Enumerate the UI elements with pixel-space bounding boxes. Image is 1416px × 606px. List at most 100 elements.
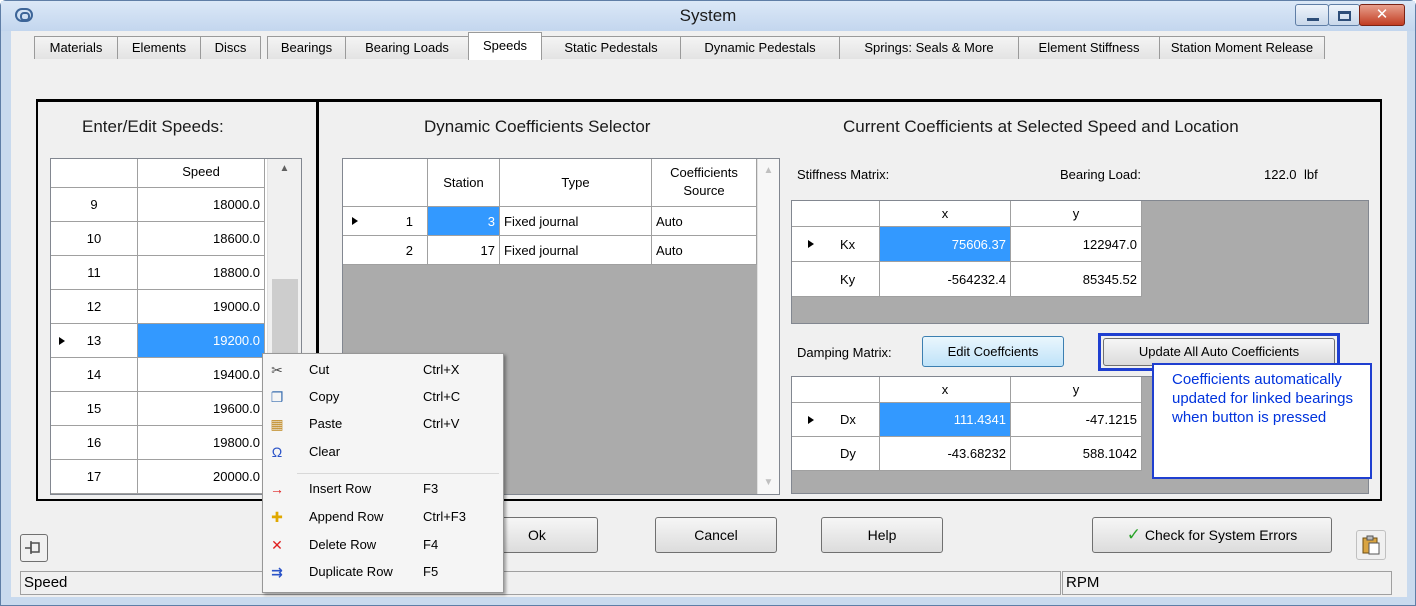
menu-item-copy[interactable]: ❐ Copy Ctrl+C: [263, 386, 503, 408]
menu-item-clear[interactable]: Ω Clear: [263, 441, 503, 463]
check-system-errors-label: Check for System Errors: [1144, 527, 1298, 543]
row-header[interactable]: Ky: [792, 262, 880, 297]
bearing-load-value: 122.0: [1264, 167, 1297, 182]
tab-elements[interactable]: Elements: [117, 36, 201, 59]
stiffness-ky-x-cell[interactable]: -564232.4: [880, 262, 1011, 297]
station-column-header[interactable]: Station: [428, 159, 500, 207]
source-cell[interactable]: Auto: [652, 207, 757, 236]
scroll-down-icon[interactable]: ▼: [758, 477, 779, 488]
type-cell[interactable]: Fixed journal: [500, 207, 652, 236]
speed-cell[interactable]: 18000.0: [138, 188, 265, 222]
damping-y-header[interactable]: y: [1011, 377, 1142, 403]
stiffness-corner-header: [792, 201, 880, 227]
source-column-header[interactable]: Coefficients Source: [652, 159, 757, 207]
row-header[interactable]: Dx: [792, 403, 880, 437]
row-header[interactable]: 11: [51, 256, 138, 290]
selector-heading: Dynamic Coefficients Selector: [424, 117, 651, 136]
close-button[interactable]: ✕: [1359, 4, 1405, 26]
minimize-icon: [1307, 18, 1319, 21]
edit-coefficients-button[interactable]: Edit Coeffcients: [922, 336, 1064, 367]
maximize-button[interactable]: [1328, 4, 1360, 26]
clipboard-button[interactable]: [1356, 530, 1386, 560]
check-system-errors-button[interactable]: ✓ Check for System Errors: [1092, 517, 1332, 553]
speeds-heading: Enter/Edit Speeds:: [82, 117, 224, 136]
speed-cell-selected[interactable]: 19200.0: [138, 324, 265, 358]
speed-cell[interactable]: 18600.0: [138, 222, 265, 256]
pin-button[interactable]: [20, 534, 48, 562]
stiffness-y-header[interactable]: y: [1011, 201, 1142, 227]
damping-x-header[interactable]: x: [880, 377, 1011, 403]
stiffness-ky-y-cell[interactable]: 85345.52: [1011, 262, 1142, 297]
tab-materials[interactable]: Materials: [34, 36, 118, 59]
menu-item-append-row[interactable]: ✚ Append Row Ctrl+F3: [263, 506, 503, 528]
station-cell[interactable]: 17: [428, 236, 500, 265]
menu-item-duplicate-row[interactable]: ⇉ Duplicate Row F5: [263, 561, 503, 583]
row-header[interactable]: 15: [51, 392, 138, 426]
row-header[interactable]: 17: [51, 460, 138, 494]
tab-springs-seals[interactable]: Springs: Seals & More: [839, 36, 1019, 59]
menu-item-paste[interactable]: ▦ Paste Ctrl+V: [263, 413, 503, 435]
row-header[interactable]: 2: [343, 236, 428, 265]
tab-speeds[interactable]: Speeds: [468, 32, 542, 60]
append-row-icon: ✚: [271, 509, 283, 525]
row-header[interactable]: Kx: [792, 227, 880, 262]
tab-dynamic-pedestals[interactable]: Dynamic Pedestals: [680, 36, 840, 59]
damping-dx-x-cell[interactable]: 111.4341: [880, 403, 1011, 437]
menu-item-cut[interactable]: ✂ Cut Ctrl+X: [263, 359, 503, 381]
tab-static-pedestals[interactable]: Static Pedestals: [541, 36, 681, 59]
tab-element-stiffness[interactable]: Element Stiffness: [1018, 36, 1160, 59]
menu-separator: [297, 473, 499, 474]
row-header[interactable]: 16: [51, 426, 138, 460]
speed-cell[interactable]: 19400.0: [138, 358, 265, 392]
row-header[interactable]: 10: [51, 222, 138, 256]
menu-item-insert-row[interactable]: → Insert Row F3: [263, 478, 503, 500]
row-header[interactable]: 9: [51, 188, 138, 222]
damping-corner-header: [792, 377, 880, 403]
scroll-up-icon[interactable]: ▲: [758, 165, 779, 176]
speed-cell[interactable]: 19800.0: [138, 426, 265, 460]
coefficients-heading: Current Coefficients at Selected Speed a…: [843, 117, 1239, 136]
status-speed: Speed: [20, 571, 1061, 595]
callout-text: Coefficients automatically updated for l…: [1172, 371, 1353, 426]
selector-scrollbar[interactable]: ▲ ▼: [757, 159, 779, 494]
stiffness-kx-y-cell[interactable]: 122947.0: [1011, 227, 1142, 262]
speed-cell[interactable]: 19600.0: [138, 392, 265, 426]
stiffness-label: Stiffness Matrix:: [797, 167, 890, 182]
type-column-header[interactable]: Type: [500, 159, 652, 207]
panel-right-border: [1380, 99, 1382, 501]
current-row-marker-icon: [352, 217, 358, 225]
stiffness-grid[interactable]: x y Kx 75606.37 122947.0 Ky -564232.4 85…: [791, 200, 1369, 324]
row-header[interactable]: 12: [51, 290, 138, 324]
tab-bearings[interactable]: Bearings: [267, 36, 346, 59]
speed-cell[interactable]: 20000.0: [138, 460, 265, 494]
damping-dx-y-cell[interactable]: -47.1215: [1011, 403, 1142, 437]
stiffness-x-header[interactable]: x: [880, 201, 1011, 227]
row-header[interactable]: 14: [51, 358, 138, 392]
scroll-up-icon[interactable]: ▲: [268, 163, 301, 174]
panel-left-border: [36, 99, 38, 501]
stiffness-kx-x-cell[interactable]: 75606.37: [880, 227, 1011, 262]
current-row-marker-icon: [808, 416, 814, 424]
current-row-marker-icon: [59, 337, 65, 345]
station-cell-selected[interactable]: 3: [428, 207, 500, 236]
title-bar[interactable]: System ✕: [1, 1, 1415, 31]
speed-cell[interactable]: 19000.0: [138, 290, 265, 324]
source-cell[interactable]: Auto: [652, 236, 757, 265]
speed-column-header[interactable]: Speed: [138, 159, 265, 188]
tab-discs[interactable]: Discs: [200, 36, 261, 59]
row-header[interactable]: Dy: [792, 437, 880, 471]
paste-icon: ▦: [270, 416, 284, 432]
damping-dy-x-cell[interactable]: -43.68232: [880, 437, 1011, 471]
help-button[interactable]: Help: [821, 517, 943, 553]
tab-bearing-loads[interactable]: Bearing Loads: [345, 36, 469, 59]
tab-station-moment-release[interactable]: Station Moment Release: [1159, 36, 1325, 59]
type-cell[interactable]: Fixed journal: [500, 236, 652, 265]
cancel-button[interactable]: Cancel: [655, 517, 777, 553]
pin-icon: [25, 541, 40, 554]
context-menu: ✂ Cut Ctrl+X ❐ Copy Ctrl+C ▦ Paste Ctrl+…: [262, 353, 504, 593]
speed-cell[interactable]: 18800.0: [138, 256, 265, 290]
damping-dy-y-cell[interactable]: 588.1042: [1011, 437, 1142, 471]
menu-item-delete-row[interactable]: ✕ Delete Row F4: [263, 534, 503, 556]
minimize-button[interactable]: [1295, 4, 1329, 26]
maximize-icon: [1338, 11, 1351, 21]
